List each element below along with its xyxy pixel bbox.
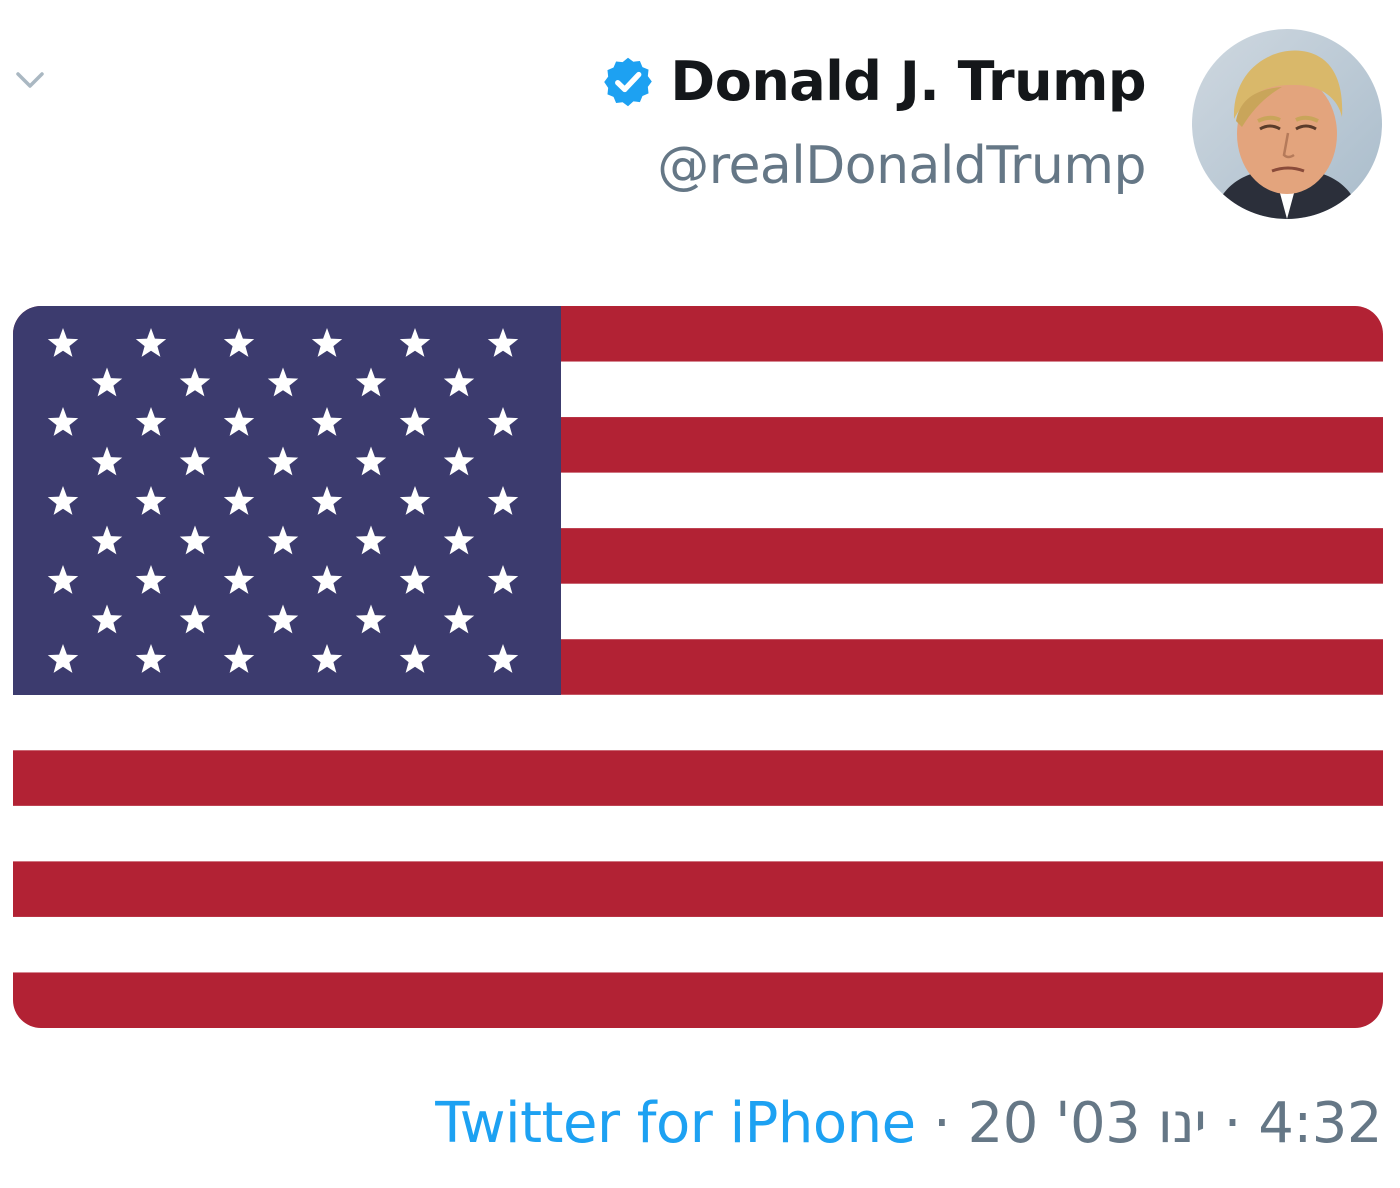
author-handle[interactable]: @realDonaldTrump	[600, 136, 1146, 196]
meta-separator: ·	[1223, 1091, 1242, 1156]
flag-stripe	[13, 805, 1383, 862]
flag-stripe	[13, 972, 1383, 1028]
author-name-row: Donald J. Trump	[600, 46, 1146, 118]
chevron-down-icon[interactable]	[14, 64, 46, 96]
flag-canton	[13, 306, 561, 695]
tweet-date[interactable]: 20 'ינו 03	[968, 1091, 1207, 1156]
flag-stripe	[13, 861, 1383, 918]
avatar-portrait	[1192, 29, 1382, 219]
tweet-media-image[interactable]	[13, 306, 1383, 1028]
flag-stripe	[13, 750, 1383, 807]
tweet-meta: Twitter for iPhone · 20 'ינו 03 · 4:32	[435, 1090, 1382, 1158]
meta-separator: ·	[932, 1091, 951, 1156]
author-display-name[interactable]: Donald J. Trump	[670, 46, 1146, 118]
tweet-author-header[interactable]: Donald J. Trump @realDonaldTrump	[600, 46, 1146, 196]
flag-stripe	[13, 916, 1383, 973]
tweet-time[interactable]: 4:32	[1258, 1091, 1382, 1156]
american-flag-image	[13, 306, 1383, 1028]
tweet-source-link[interactable]: Twitter for iPhone	[435, 1091, 916, 1156]
verified-badge-icon	[604, 57, 653, 107]
flag-stripe	[13, 694, 1383, 751]
avatar[interactable]	[1192, 29, 1382, 219]
